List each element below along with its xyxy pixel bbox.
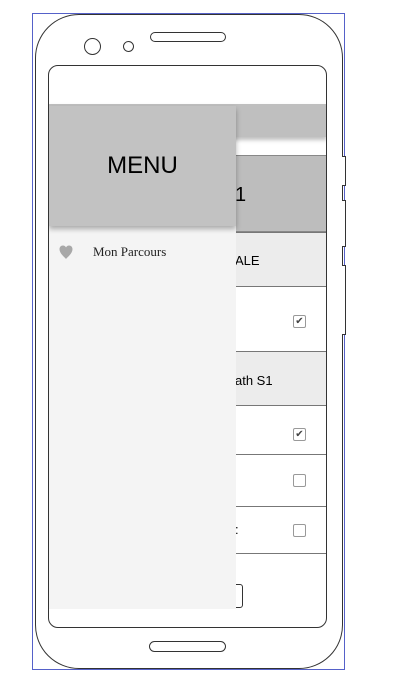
drawer-header: MENU <box>49 106 236 226</box>
home-button[interactable] <box>149 641 226 652</box>
front-camera-icon <box>84 38 101 55</box>
checkbox[interactable] <box>293 524 306 537</box>
drawer-title: MENU <box>107 152 178 179</box>
volume-down-button[interactable] <box>342 200 346 247</box>
volume-up-button[interactable] <box>342 156 346 186</box>
heart-icon <box>59 245 73 259</box>
earpiece-speaker <box>150 32 226 42</box>
checkmark-icon: ✔ <box>295 316 304 327</box>
course-title: 1 <box>235 184 247 206</box>
nav-item-mon-parcours[interactable]: Mon Parcours <box>49 242 236 266</box>
checkbox[interactable]: ✔ <box>293 428 306 441</box>
nav-item-label: Mon Parcours <box>93 244 167 259</box>
device-screen: 1 ALE ✔ ath S1 ✔ : MENU Mon Parcours <box>48 65 327 628</box>
navigation-drawer: MENU Mon Parcours <box>49 106 236 609</box>
power-button[interactable] <box>342 265 346 335</box>
checkmark-icon: ✔ <box>295 429 304 440</box>
checkbox[interactable]: ✔ <box>293 315 306 328</box>
checkbox[interactable] <box>293 474 306 487</box>
section-label: ALE <box>235 253 260 268</box>
proximity-sensor-icon <box>123 41 134 52</box>
list-border <box>326 232 327 553</box>
section-label: ath S1 <box>235 373 273 388</box>
